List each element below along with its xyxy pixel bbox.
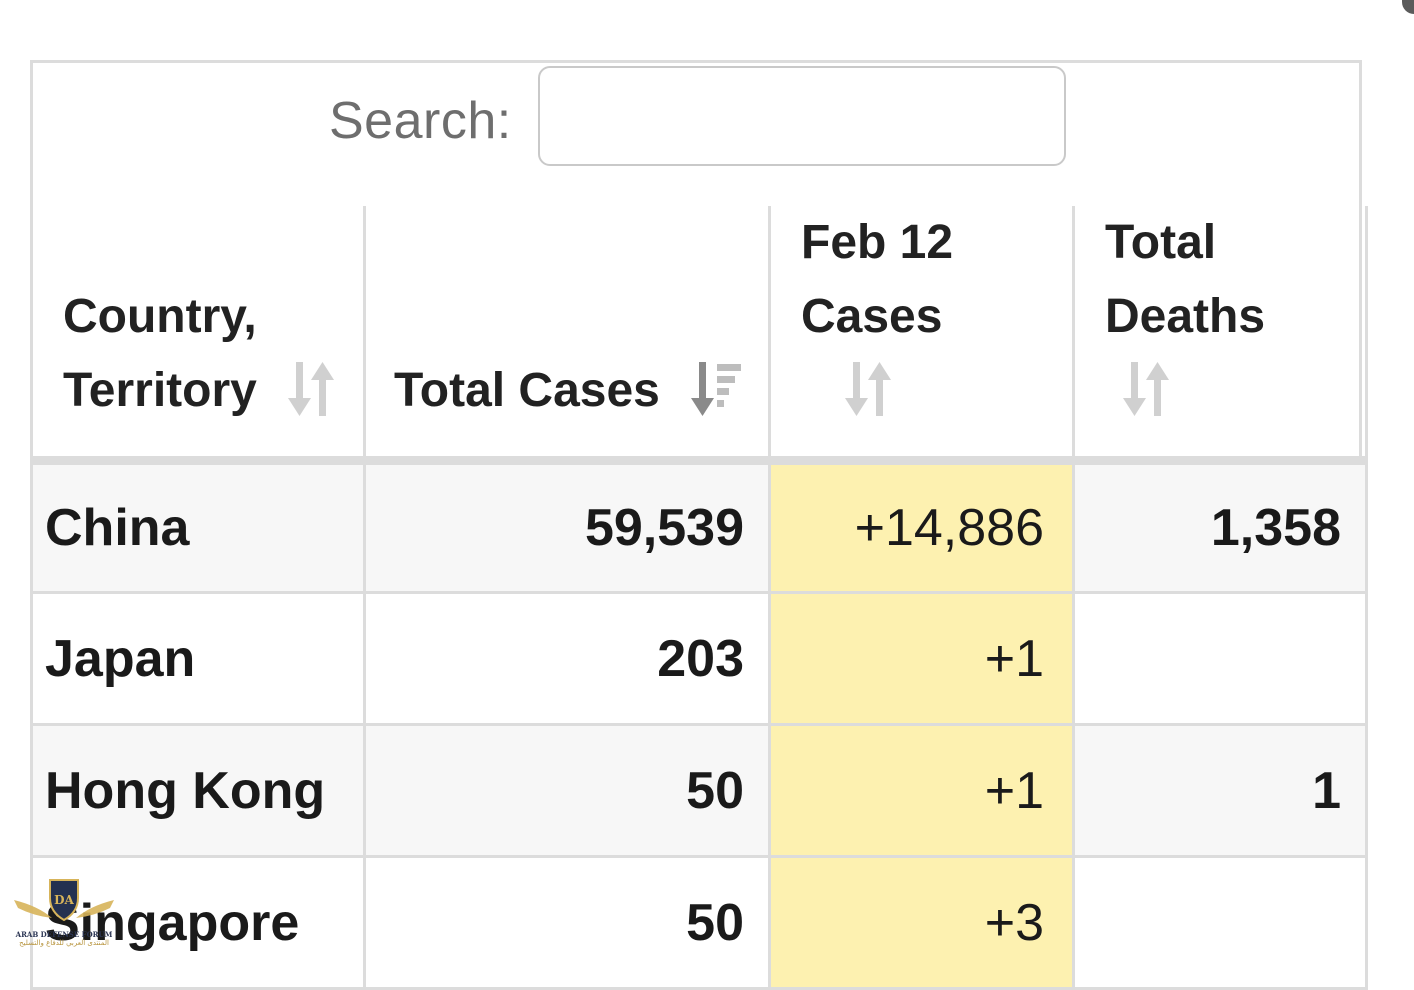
table-widget: Search: Country, Territory Total Cases F… <box>30 60 1368 990</box>
search-input[interactable] <box>538 66 1066 166</box>
country-cell: Hong Kong <box>30 724 365 858</box>
new-cases-cell: +14,886 <box>768 460 1074 594</box>
column-header-total-deaths[interactable]: Total Deaths <box>1072 206 1368 465</box>
header-label-line1: Total <box>1105 216 1217 269</box>
table-row: Hong Kong 50 +1 1 <box>30 724 1368 858</box>
country-cell: China <box>30 460 365 594</box>
header-label-line1: Country, <box>63 290 257 343</box>
table-row: Singapore 50 +3 <box>30 856 1368 990</box>
window-corner <box>1402 0 1414 14</box>
new-cases-cell: +3 <box>768 856 1074 990</box>
sort-both-icon[interactable] <box>1123 360 1175 418</box>
search-bar: Search: <box>33 63 1359 208</box>
column-header-feb12-cases[interactable]: Feb 12 Cases <box>768 206 1074 465</box>
sort-descending-icon[interactable] <box>691 360 743 418</box>
watermark-line1: ARAB DEFENSE FORUM <box>15 930 113 939</box>
country-cell: Japan <box>30 592 365 726</box>
watermark-logo: DA ARAB DEFENSE FORUM المنتدى العربي للد… <box>8 872 120 956</box>
search-label: Search: <box>329 92 512 150</box>
column-header-country[interactable]: Country, Territory <box>30 206 365 465</box>
total-deaths-cell: 1,358 <box>1072 460 1368 594</box>
shield-wings-icon: DA <box>14 879 114 922</box>
total-deaths-cell <box>1072 592 1368 726</box>
column-header-total-cases[interactable]: Total Cases <box>363 206 770 465</box>
total-cases-cell: 59,539 <box>363 460 770 594</box>
header-label-line2: Territory <box>63 364 257 417</box>
watermark-text: ARAB DEFENSE FORUM المنتدى العربي للدفاع… <box>8 930 120 947</box>
header-label-line2: Deaths <box>1105 290 1266 343</box>
total-deaths-cell <box>1072 856 1368 990</box>
sort-both-icon[interactable] <box>845 360 897 418</box>
cases-table: Country, Territory Total Cases Feb 12 Ca… <box>30 206 1368 990</box>
total-cases-cell: 203 <box>363 592 770 726</box>
total-cases-cell: 50 <box>363 856 770 990</box>
table-row: Japan 203 +1 <box>30 592 1368 726</box>
new-cases-cell: +1 <box>768 592 1074 726</box>
table-row: China 59,539 +14,886 1,358 <box>30 460 1368 594</box>
total-deaths-cell: 1 <box>1072 724 1368 858</box>
header-label-line1: Feb 12 <box>801 216 954 269</box>
header-label-line2: Cases <box>801 290 943 343</box>
sort-both-icon[interactable] <box>288 360 340 418</box>
table-body: China 59,539 +14,886 1,358 Japan 203 +1 … <box>30 460 1368 990</box>
table-header: Country, Territory Total Cases Feb 12 Ca… <box>30 206 1368 465</box>
svg-text:DA: DA <box>54 893 74 907</box>
watermark-line2: المنتدى العربي للدفاع والتسليح <box>19 939 109 947</box>
total-cases-cell: 50 <box>363 724 770 858</box>
new-cases-cell: +1 <box>768 724 1074 858</box>
header-label-line2: Total Cases <box>394 364 660 417</box>
